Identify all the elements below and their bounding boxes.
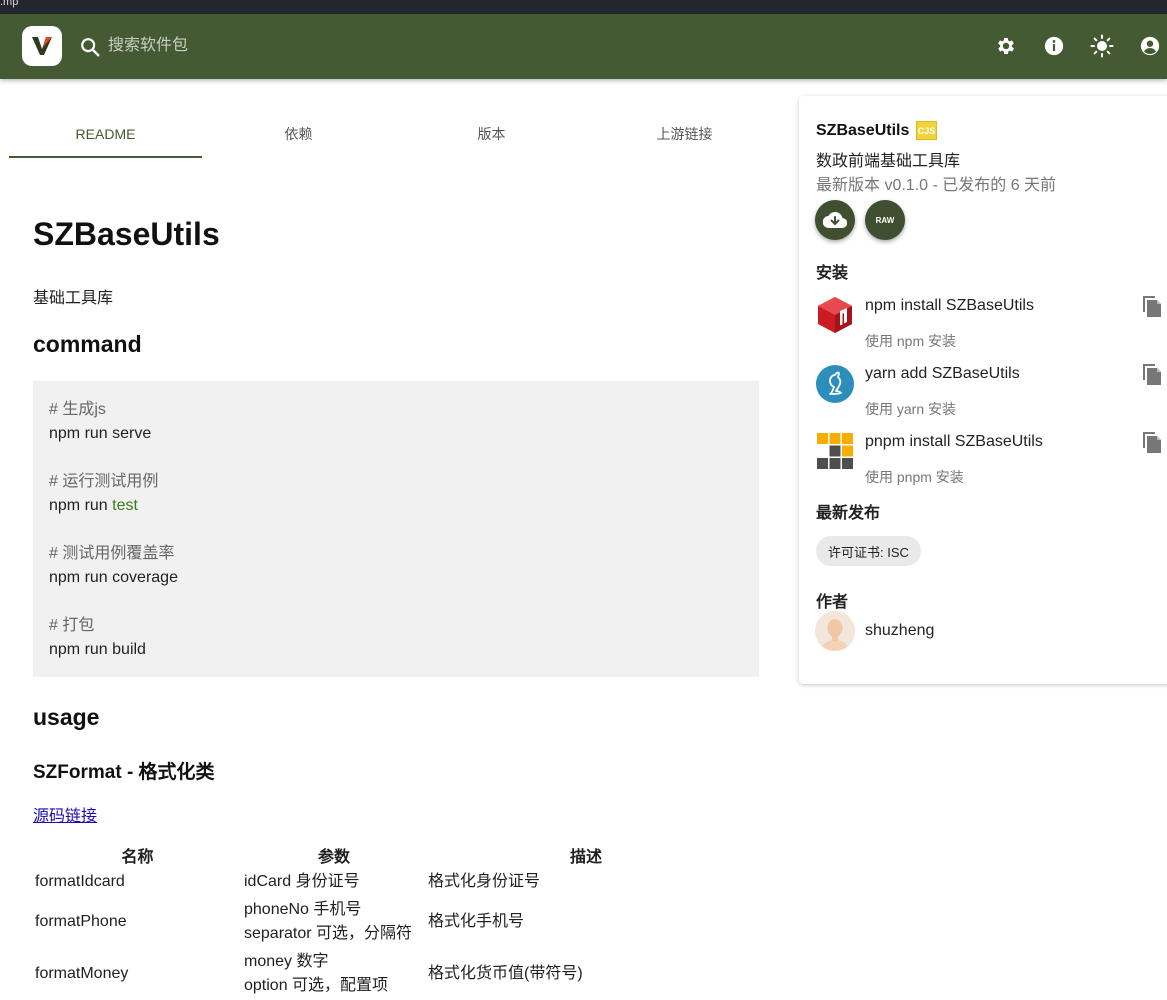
gear-icon bbox=[998, 38, 1014, 54]
table-cell-name: formatMoney bbox=[35, 965, 129, 982]
param-line: money 数字 bbox=[244, 953, 329, 970]
license-chip[interactable]: 许可证书: ISC bbox=[816, 536, 921, 566]
param-line: idCard 身份证号 bbox=[244, 873, 360, 890]
cjs-badge: CJS bbox=[916, 121, 937, 140]
settings-button[interactable] bbox=[994, 34, 1018, 58]
code-line: npm run coverage bbox=[49, 569, 178, 586]
theme-toggle-button[interactable] bbox=[1090, 34, 1114, 58]
yarn-install-command: yarn add SZBaseUtils bbox=[865, 365, 1020, 382]
table-header-row: 名称 参数 描述 bbox=[33, 842, 746, 868]
table-cell-name: formatIdcard bbox=[35, 873, 125, 890]
pnpm-icon bbox=[817, 433, 853, 469]
version-info: 最新版本 v0.1.0 - 已发布的 6 天前 bbox=[816, 177, 1057, 194]
table-cell-desc: 格式化手机号 bbox=[428, 913, 525, 930]
code-comment: # 测试用例覆盖率 bbox=[49, 545, 175, 562]
search-icon bbox=[81, 38, 100, 57]
code-comment: # 运行测试用例 bbox=[49, 473, 159, 490]
table-row: formatIdcard idCard 身份证号 格式化身份证号 bbox=[33, 868, 746, 896]
cloud-download-icon bbox=[823, 211, 847, 229]
table-cell-desc: 格式化货币值(带符号) bbox=[428, 965, 583, 982]
yarn-icon bbox=[816, 365, 854, 403]
table-cell-params: money 数字 option 可选，配置项 bbox=[242, 948, 426, 1000]
tab-bar: README 依赖 版本 上游链接 bbox=[9, 110, 781, 158]
param-line: phoneNo 手机号 bbox=[244, 901, 362, 918]
info-icon bbox=[1044, 36, 1064, 56]
tab-upstream-links[interactable]: 上游链接 bbox=[588, 110, 781, 158]
raw-label: RAW bbox=[875, 215, 895, 225]
code-comment: # 生成js bbox=[49, 401, 106, 418]
account-icon bbox=[1140, 36, 1160, 56]
raw-button[interactable]: RAW bbox=[865, 200, 905, 240]
copy-yarn-icon[interactable] bbox=[1141, 362, 1163, 386]
author-heading: 作者 bbox=[816, 594, 849, 611]
table-cell-name: formatPhone bbox=[35, 913, 127, 930]
info-button[interactable] bbox=[1042, 34, 1066, 58]
code-keyword: test bbox=[112, 497, 138, 514]
author-avatar-icon bbox=[815, 611, 855, 651]
window-title-fragment: .mp bbox=[0, 0, 19, 8]
npm-install-caption: 使用 npm 安装 bbox=[865, 333, 957, 349]
download-button[interactable] bbox=[815, 200, 855, 240]
code-comment: # 打包 bbox=[49, 617, 95, 634]
usage-heading: usage bbox=[33, 704, 100, 730]
readme-title: SZBaseUtils bbox=[33, 216, 220, 252]
install-heading: 安装 bbox=[816, 265, 849, 282]
readme-description: 基础工具库 bbox=[33, 290, 114, 307]
logo[interactable] bbox=[22, 26, 62, 66]
code-block: # 生成js npm run serve # 运行测试用例 npm run te… bbox=[33, 381, 759, 677]
tab-readme[interactable]: README bbox=[9, 110, 202, 158]
npm-icon bbox=[818, 297, 852, 333]
source-link[interactable]: 源码链接 bbox=[33, 802, 97, 826]
table-cell-params: idCard 身份证号 bbox=[242, 868, 426, 896]
app-bar bbox=[0, 14, 1167, 79]
pnpm-install-command: pnpm install SZBaseUtils bbox=[865, 433, 1043, 450]
npm-install-command: npm install SZBaseUtils bbox=[865, 297, 1034, 314]
package-name: SZBaseUtils bbox=[816, 122, 910, 139]
copy-pnpm-icon[interactable] bbox=[1141, 430, 1163, 454]
latest-release-heading: 最新发布 bbox=[816, 505, 881, 522]
command-heading: command bbox=[33, 331, 142, 357]
code-line: npm run serve bbox=[49, 425, 152, 442]
table-header-name: 名称 bbox=[121, 849, 154, 866]
table-row: formatPhone phoneNo 手机号 separator 可选，分隔符… bbox=[33, 896, 746, 948]
window-top-strip: .mp bbox=[0, 0, 1167, 14]
table-header-desc: 描述 bbox=[569, 849, 602, 866]
api-table: 名称 参数 描述 formatIdcard idCard 身份证号 格式化身份证… bbox=[33, 842, 746, 1000]
pnpm-install-caption: 使用 pnpm 安装 bbox=[865, 469, 964, 485]
code-line: npm run test bbox=[49, 494, 743, 518]
account-button[interactable] bbox=[1138, 34, 1162, 58]
param-line: separator 可选，分隔符 bbox=[244, 925, 413, 942]
table-header-params: 参数 bbox=[317, 849, 350, 866]
author-name[interactable]: shuzheng bbox=[865, 622, 934, 640]
search-input[interactable] bbox=[108, 30, 508, 62]
code-line: npm run build bbox=[49, 641, 146, 658]
tab-versions[interactable]: 版本 bbox=[395, 110, 588, 158]
copy-npm-icon[interactable] bbox=[1141, 294, 1163, 318]
code-text: npm run bbox=[49, 497, 113, 514]
yarn-install-caption: 使用 yarn 安装 bbox=[865, 401, 957, 417]
table-cell-params: phoneNo 手机号 separator 可选，分隔符 bbox=[242, 896, 426, 948]
package-description: 数政前端基础工具库 bbox=[816, 153, 961, 170]
logo-icon bbox=[32, 37, 52, 55]
param-line: option 可选，配置项 bbox=[244, 977, 389, 994]
table-cell-desc: 格式化身份证号 bbox=[428, 873, 541, 890]
tab-dependencies[interactable]: 依赖 bbox=[202, 110, 395, 158]
table-row: formatMoney money 数字 option 可选，配置项 格式化货币… bbox=[33, 948, 746, 1000]
szformat-heading: SZFormat - 格式化类 bbox=[33, 762, 215, 783]
sun-icon bbox=[1090, 34, 1114, 58]
avatar[interactable] bbox=[815, 611, 855, 651]
